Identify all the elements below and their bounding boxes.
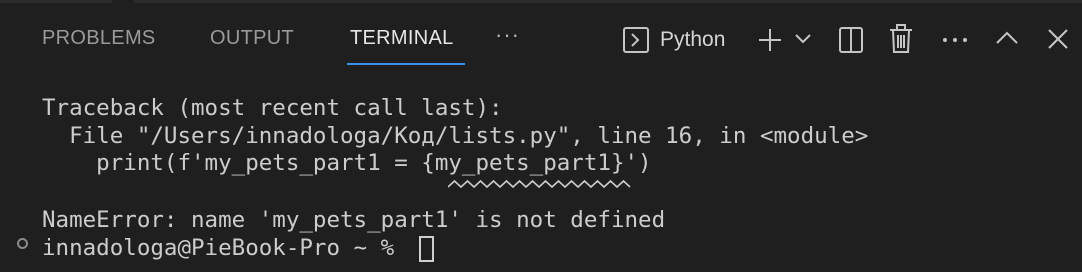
- tab-problems[interactable]: PROBLEMS: [42, 27, 156, 50]
- terminal-line: NameError: name 'my_pets_part1' is not d…: [42, 207, 666, 233]
- add-icon[interactable]: [757, 27, 783, 53]
- chevron-down-icon[interactable]: [794, 32, 812, 46]
- tab-terminal[interactable]: TERMINAL: [350, 27, 454, 50]
- trash-icon[interactable]: [888, 24, 914, 54]
- terminal-type-label: Python: [660, 28, 726, 51]
- split-icon[interactable]: [838, 26, 864, 54]
- terminal-line: print(f'my_pets_part1 = {my_pets_part1}'…: [42, 150, 652, 176]
- terminal-cursor: [419, 236, 434, 262]
- close-icon[interactable]: [1047, 28, 1069, 50]
- terminal-prompt: innadologa@PieBook-Pro ~ %: [42, 235, 408, 261]
- panel-tabs: PROBLEMS OUTPUT TERMINAL ··· Python: [0, 0, 1082, 80]
- tabs-more-button[interactable]: ···: [495, 22, 520, 48]
- error-underline: [448, 179, 631, 189]
- more-icon[interactable]: [942, 36, 968, 44]
- terminal-line: Traceback (most recent call last):: [42, 95, 503, 121]
- terminal-icon: [623, 27, 649, 53]
- command-status-icon: [17, 238, 28, 249]
- tab-output[interactable]: OUTPUT: [210, 27, 294, 50]
- active-tab-indicator: [347, 63, 465, 65]
- terminal-type-selector[interactable]: Python: [622, 25, 725, 55]
- terminal-output[interactable]: Traceback (most recent call last): File …: [0, 80, 1082, 272]
- terminal-line: File "/Users/innadologa/Код/lists.py", l…: [42, 123, 869, 149]
- chevron-up-icon[interactable]: [995, 30, 1019, 46]
